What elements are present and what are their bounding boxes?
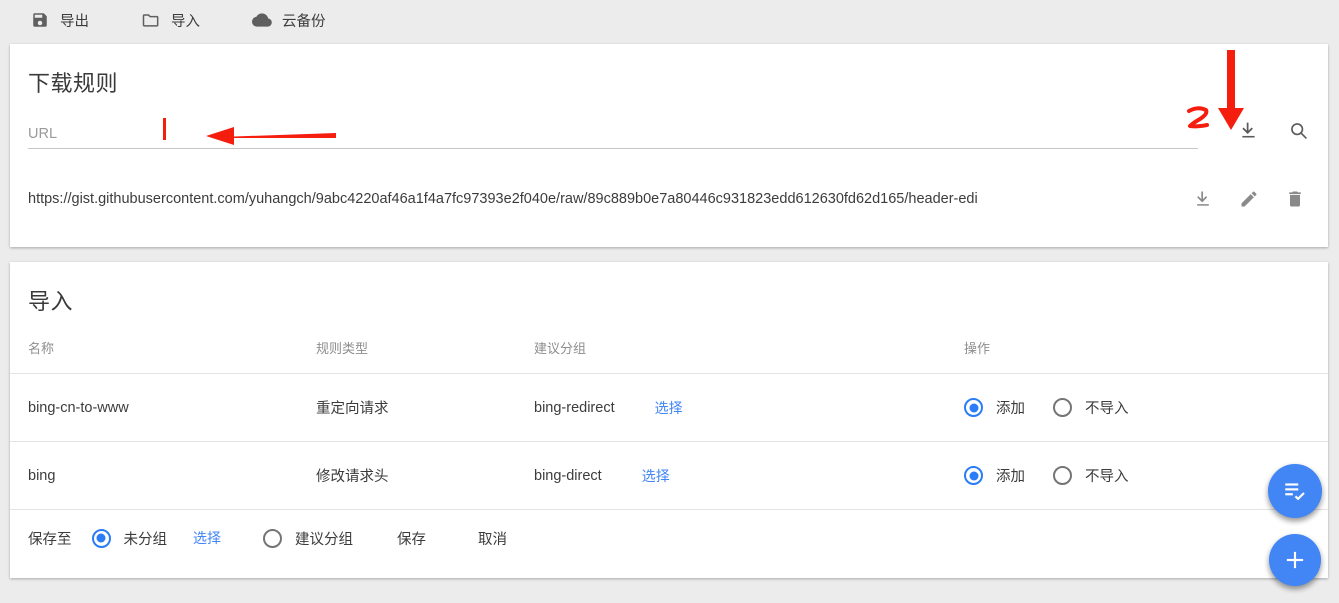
radio-option-suggested-group-label: 建议分组: [295, 531, 353, 548]
cell-group-value: bing-redirect: [534, 399, 615, 416]
select-group-link[interactable]: 选择: [193, 528, 221, 548]
radio-option-add[interactable]: 添加: [964, 465, 1025, 486]
url-list-item-text: https://gist.githubusercontent.com/yuhan…: [28, 191, 978, 207]
radio-option-ungrouped-label: 未分组: [123, 531, 168, 548]
add-fab[interactable]: [1269, 534, 1321, 586]
cell-operation: 添加 不导入: [964, 373, 1328, 442]
url-input[interactable]: [28, 120, 1198, 149]
save-icon: [30, 10, 50, 30]
cell-name: bing-cn-to-www: [10, 373, 316, 442]
cell-group-value: bing-direct: [534, 467, 602, 484]
radio-option-ungrouped[interactable]: 未分组: [91, 528, 168, 549]
toolbar-item-cloud-backup-label: 云备份: [282, 13, 326, 30]
cell-type: 重定向请求: [316, 373, 534, 442]
radio-option-skip-label: 不导入: [1085, 401, 1129, 417]
column-header-group: 建议分组: [534, 338, 964, 374]
folder-icon: [141, 10, 161, 30]
cell-type: 修改请求头: [316, 441, 534, 510]
top-toolbar: 导出 导入 云备份: [0, 0, 1339, 40]
url-field-row: [28, 120, 1310, 154]
toolbar-item-import[interactable]: 导入: [141, 10, 200, 31]
plus-icon: [1282, 547, 1308, 573]
radio-indicator: [91, 528, 111, 548]
save-bar: 保存至 未分组 选择 建议分组 保存 取消: [10, 510, 1328, 566]
radio-option-add-label: 添加: [996, 469, 1025, 485]
download-icon[interactable]: [1236, 118, 1260, 142]
batch-check-fab[interactable]: [1268, 464, 1322, 518]
cloud-icon: [252, 10, 272, 30]
toolbar-item-export[interactable]: 导出: [30, 10, 89, 31]
download-icon[interactable]: [1191, 187, 1215, 211]
toolbar-item-import-label: 导入: [171, 13, 200, 30]
radio-indicator: [263, 528, 282, 548]
save-button[interactable]: 保存: [397, 528, 426, 549]
table-row: bing-cn-to-www 重定向请求 bing-redirect 选择 添加: [10, 373, 1328, 442]
toolbar-item-export-label: 导出: [60, 13, 89, 30]
radio-indicator: [1053, 398, 1072, 417]
column-header-type: 规则类型: [316, 338, 534, 374]
playlist-check-icon: [1282, 478, 1308, 504]
toolbar-item-cloud-backup[interactable]: 云备份: [252, 10, 326, 31]
search-icon[interactable]: [1286, 118, 1310, 142]
column-header-operation: 操作: [964, 338, 1328, 374]
table-header-row: 名称 规则类型 建议分组 操作: [10, 338, 1328, 374]
select-group-link[interactable]: 选择: [642, 466, 670, 486]
import-table: 名称 规则类型 建议分组 操作 bing-cn-to-www 重定向请求 bin…: [10, 338, 1328, 510]
import-card: 导入 名称 规则类型 建议分组 操作 bing-cn-to-www 重定向请求 …: [10, 262, 1328, 578]
download-rules-title: 下载规则: [28, 71, 119, 96]
radio-option-skip[interactable]: 不导入: [1053, 397, 1129, 418]
delete-icon[interactable]: [1283, 187, 1307, 211]
save-to-label: 保存至: [28, 531, 72, 548]
import-title: 导入: [28, 289, 74, 314]
radio-indicator: [1053, 466, 1072, 485]
cell-group: bing-direct 选择: [534, 441, 964, 510]
download-rules-card: 下载规则 https://gist.githubusercontent.com/…: [10, 44, 1328, 247]
cell-group: bing-redirect 选择: [534, 373, 964, 442]
radio-option-skip-label: 不导入: [1085, 469, 1129, 485]
column-header-name: 名称: [10, 338, 316, 374]
table-row: bing 修改请求头 bing-direct 选择 添加 不导入: [10, 441, 1328, 510]
radio-indicator: [964, 466, 983, 485]
url-list-item: https://gist.githubusercontent.com/yuhan…: [28, 176, 1310, 222]
cell-name: bing: [10, 441, 316, 510]
radio-option-add[interactable]: 添加: [964, 397, 1025, 418]
radio-option-add-label: 添加: [996, 401, 1025, 417]
radio-option-skip[interactable]: 不导入: [1053, 465, 1129, 486]
url-list-item-actions: [1191, 187, 1307, 211]
cancel-button[interactable]: 取消: [478, 528, 507, 549]
url-field-actions: [1236, 118, 1310, 142]
edit-icon[interactable]: [1237, 187, 1261, 211]
radio-indicator: [964, 398, 983, 417]
radio-option-suggested-group[interactable]: 建议分组: [263, 528, 353, 549]
select-group-link[interactable]: 选择: [655, 398, 683, 418]
